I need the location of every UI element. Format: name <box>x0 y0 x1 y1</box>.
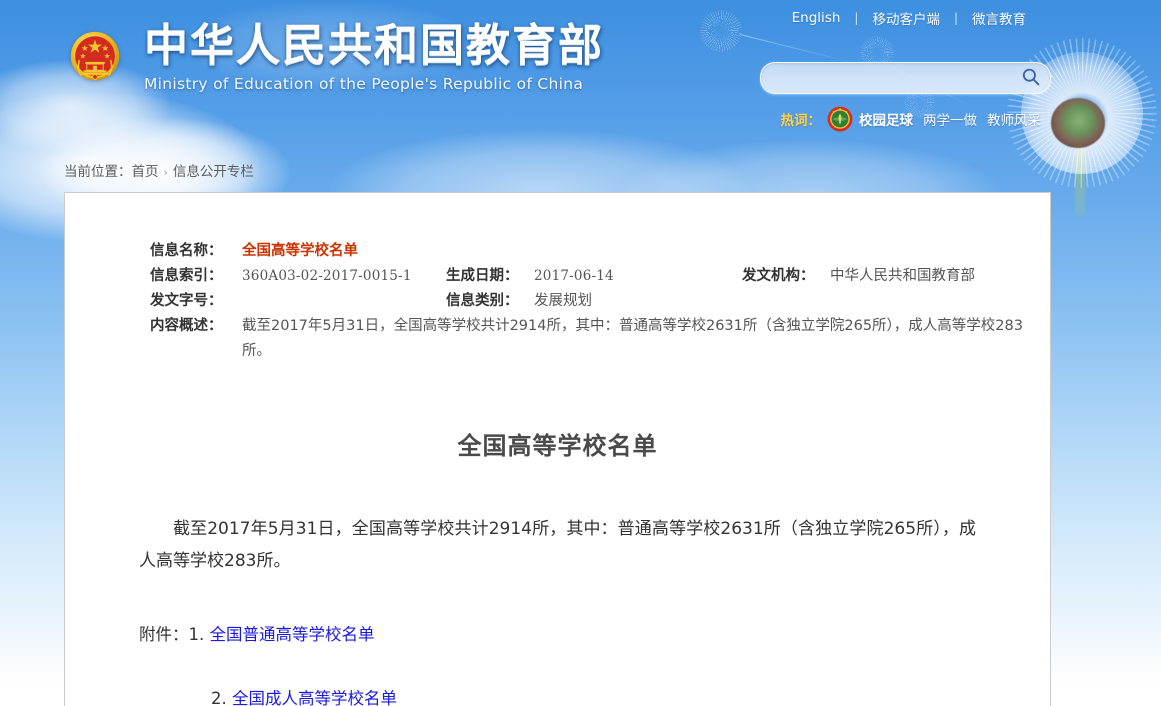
info-label-name: 信息名称： <box>150 239 242 264</box>
search-button[interactable] <box>1012 64 1050 92</box>
attachment-link-regular-colleges[interactable]: 全国普通高等学校名单 <box>210 619 375 651</box>
breadcrumb: 当前位置：首页 › 信息公开专栏 <box>64 160 254 180</box>
info-value-agency: 中华人民共和国教育部 <box>830 264 975 289</box>
nav-link-weiyan-education[interactable]: 微言教育 <box>958 8 1040 28</box>
site-masthead: 中华人民共和国教育部 Ministry of Education of the … <box>64 24 604 93</box>
info-value-category: 发展规划 <box>534 289 592 314</box>
info-value-date: 2017-06-14 <box>534 264 614 289</box>
site-title-en: Ministry of Education of the People's Re… <box>144 77 604 93</box>
campus-football-badge-icon <box>827 106 853 132</box>
info-label-index: 信息索引： <box>150 264 242 289</box>
attachment-number: 2. <box>211 683 227 706</box>
hot-words-label: 热词： <box>781 109 822 129</box>
search-icon <box>1021 67 1041 90</box>
info-label-docnum: 发文字号： <box>150 289 242 314</box>
hot-word-campus-football[interactable]: 校园足球 <box>859 109 913 129</box>
page-background: 中华人民共和国教育部 Ministry of Education of the … <box>0 0 1161 706</box>
nav-link-mobile-client[interactable]: 移动客户端 <box>858 8 954 28</box>
hot-word-teacher-style[interactable]: 教师风采 <box>987 109 1041 129</box>
info-value-name[interactable]: 全国高等学校名单 <box>242 239 358 264</box>
attachment-item: 附件：1. 全国普通高等学校名单 <box>139 619 976 651</box>
info-value-index: 360A03-02-2017-0015-1 <box>242 264 412 289</box>
attachment-link-adult-colleges[interactable]: 全国成人高等学校名单 <box>232 683 397 706</box>
info-row-summary: 内容概述： 截至2017年5月31日，全国高等学校共计2914所，其中：普通高等… <box>150 314 1040 364</box>
dandelion-stem <box>1075 142 1085 216</box>
info-row-index-date-agency: 信息索引： 360A03-02-2017-0015-1 生成日期： 2017-0… <box>150 264 1040 289</box>
info-meta-table: 信息名称： 全国高等学校名单 信息索引： 360A03-02-2017-0015… <box>150 239 1040 364</box>
info-row-name: 信息名称： 全国高等学校名单 <box>150 239 1040 264</box>
info-label-agency: 发文机构： <box>742 264 830 289</box>
info-label-category: 信息类别： <box>446 289 534 314</box>
attachment-label: 附件： <box>139 619 189 651</box>
attachment-number: 1. <box>189 619 205 651</box>
attachment-item: 2. 全国成人高等学校名单 <box>139 683 976 706</box>
info-label-date: 生成日期： <box>446 264 534 289</box>
breadcrumb-item-home[interactable]: 首页 <box>132 164 159 180</box>
site-title-cn: 中华人民共和国教育部 <box>144 24 604 68</box>
nav-link-english[interactable]: English <box>778 10 855 26</box>
breadcrumb-separator: › <box>164 166 168 179</box>
top-navigation: English | 移动客户端 | 微言教育 <box>778 8 1040 28</box>
info-value-summary: 截至2017年5月31日，全国高等学校共计2914所，其中：普通高等学校2631… <box>242 314 1040 364</box>
search-box[interactable] <box>760 62 1051 94</box>
breadcrumb-prefix: 当前位置： <box>64 164 132 180</box>
hot-word-two-studies-one-action[interactable]: 两学一做 <box>923 109 977 129</box>
dandelion-seed-icon <box>700 10 742 52</box>
article-title: 全国高等学校名单 <box>65 426 1050 461</box>
article-body: 截至2017年5月31日，全国高等学校共计2914所，其中：普通高等学校2631… <box>139 513 976 577</box>
hot-words-bar: 热词： 校园足球 两学一做 教师风采 <box>781 106 1052 132</box>
attachment-list: 附件：1. 全国普通高等学校名单 2. 全国成人高等学校名单 <box>139 619 976 706</box>
search-input[interactable] <box>761 71 1012 86</box>
seed-trail <box>740 34 857 64</box>
content-panel: 信息名称： 全国高等学校名单 信息索引： 360A03-02-2017-0015… <box>64 192 1051 706</box>
info-row-docnum-category: 发文字号： 信息类别： 发展规划 <box>150 289 1040 314</box>
national-emblem-icon <box>64 27 126 89</box>
dandelion-core <box>1051 98 1105 148</box>
breadcrumb-item-disclosure-column[interactable]: 信息公开专栏 <box>173 164 254 180</box>
article-paragraph: 截至2017年5月31日，全国高等学校共计2914所，其中：普通高等学校2631… <box>139 513 976 577</box>
info-label-summary: 内容概述： <box>150 314 242 339</box>
